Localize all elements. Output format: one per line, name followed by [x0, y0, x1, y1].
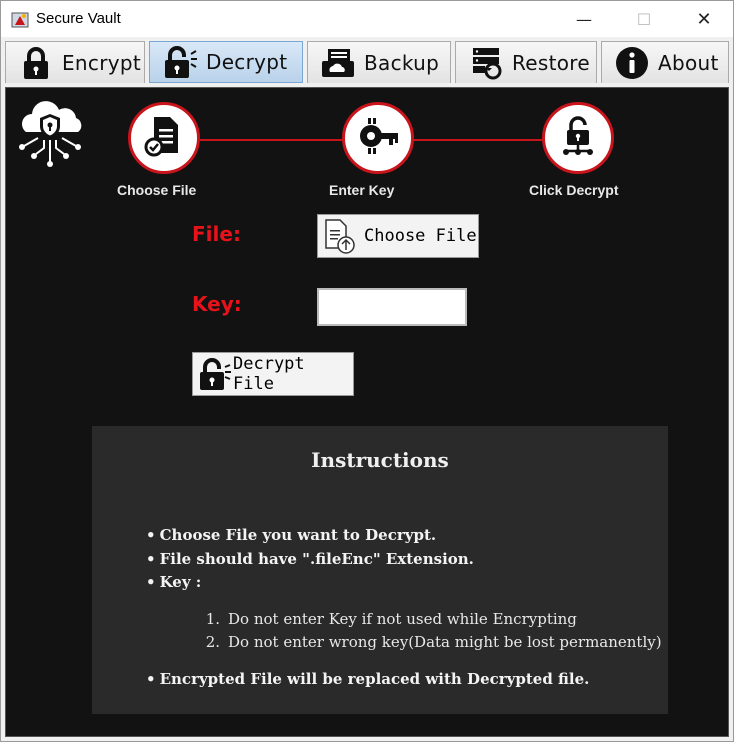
tab-decrypt-label: Decrypt	[206, 50, 288, 74]
instruction-bullet: • Key :	[146, 573, 202, 591]
step-label-choose-file: Choose File	[117, 182, 197, 198]
instructions-panel: Instructions • Choose File you want to De…	[92, 426, 668, 714]
step-connector-1	[200, 139, 346, 141]
tab-restore-label: Restore	[512, 50, 590, 75]
instructions-title: Instructions	[311, 448, 449, 472]
step-connector-2	[412, 139, 546, 141]
tab-encrypt-label: Encrypt	[62, 50, 142, 75]
document-check-icon	[144, 115, 184, 161]
choose-file-label: Choose File	[364, 226, 477, 246]
window-title: Secure Vault	[36, 10, 121, 27]
minimize-button[interactable]: —	[561, 1, 607, 37]
maximize-button[interactable]: ☐	[621, 1, 667, 37]
key-field[interactable]	[317, 288, 467, 326]
tab-restore[interactable]: Restore	[455, 41, 597, 83]
tab-backup-label: Backup	[364, 50, 440, 75]
unlock-icon	[162, 44, 198, 80]
lock-icon	[18, 45, 54, 81]
step-label-enter-key: Enter Key	[329, 182, 395, 198]
tab-bar: Encrypt Decrypt Backup Restore About	[1, 39, 733, 85]
key-input[interactable]	[319, 290, 465, 324]
tab-backup[interactable]: Backup	[307, 41, 451, 83]
instruction-bullet: • File should have ".fileEnc" Extension.	[146, 550, 474, 568]
cloud-security-logo-icon	[12, 98, 88, 174]
key-note-item: 1. Do not enter Key if not used while Enc…	[205, 610, 577, 628]
decrypt-panel: Choose File Enter Key Click Decrypt File…	[5, 87, 729, 737]
tab-decrypt[interactable]: Decrypt	[149, 41, 303, 83]
instruction-bullet: • Choose File you want to Decrypt.	[146, 526, 437, 544]
restore-icon	[468, 45, 504, 81]
app-window: Secure Vault — ☐ ✕ Encrypt Decrypt Backu…	[0, 0, 734, 742]
decrypt-file-button[interactable]: Decrypt File	[192, 352, 354, 396]
key-note-item: 2. Do not enter wrong key(Data might be l…	[205, 633, 662, 651]
file-upload-icon	[322, 217, 358, 255]
step-enter-key	[342, 102, 414, 174]
title-bar: Secure Vault — ☐ ✕	[1, 1, 733, 37]
key-label: Key:	[192, 292, 242, 316]
info-icon	[614, 45, 650, 81]
close-button[interactable]: ✕	[681, 1, 727, 37]
file-label: File:	[192, 222, 241, 246]
app-logo-icon	[11, 10, 29, 28]
backup-icon	[320, 45, 356, 81]
instruction-bullet-final: • Encrypted File will be replaced with De…	[146, 670, 590, 688]
step-label-click-decrypt: Click Decrypt	[529, 182, 619, 198]
unlock-icon	[197, 357, 233, 391]
tab-encrypt[interactable]: Encrypt	[5, 41, 145, 83]
step-choose-file	[128, 102, 200, 174]
decrypt-file-label: Decrypt File	[233, 354, 305, 394]
step-click-decrypt	[542, 102, 614, 174]
key-icon	[355, 115, 401, 161]
unlock-network-icon	[558, 115, 598, 161]
choose-file-button[interactable]: Choose File	[317, 214, 479, 258]
tab-about-label: About	[658, 50, 719, 75]
tab-about[interactable]: About	[601, 41, 729, 83]
